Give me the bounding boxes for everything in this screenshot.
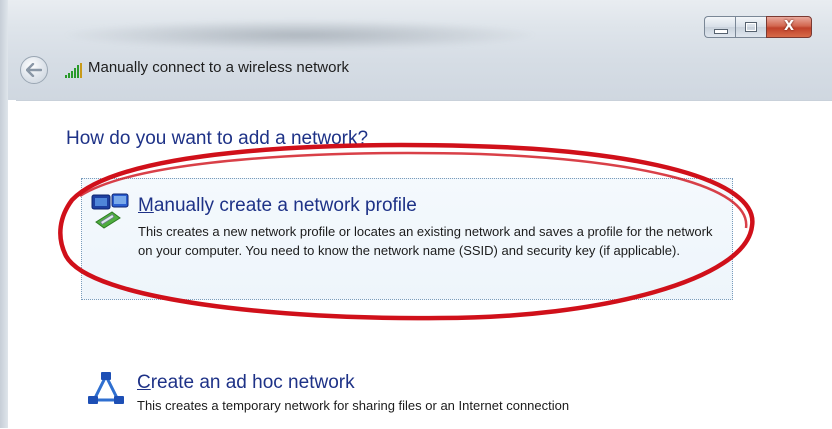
option-manual-profile-description: This creates a new network profile or lo… [138, 224, 713, 258]
wireless-signal-icon [65, 63, 82, 78]
accelerator-key: M [138, 195, 154, 216]
option-ad-hoc-title[interactable]: Create an ad hoc network [137, 372, 355, 394]
window-left-border [0, 0, 8, 428]
minimize-button[interactable] [704, 16, 735, 38]
option-title-text: reate an ad hoc network [150, 372, 355, 393]
accelerator-key: C [137, 372, 151, 393]
caption-buttons: X [704, 16, 812, 38]
ad-hoc-network-icon [88, 372, 124, 404]
back-button[interactable] [20, 56, 48, 84]
window-title-bar [0, 0, 832, 100]
close-button[interactable]: X [766, 16, 812, 38]
option-manual-profile-title[interactable]: Manually create a network profile [138, 195, 417, 217]
back-arrow-icon [26, 63, 42, 77]
glass-blur [60, 20, 540, 50]
network-profile-icon [91, 193, 129, 229]
window-title: Manually connect to a wireless network [88, 59, 349, 76]
option-title-text: anually create a network profile [153, 195, 417, 216]
minimize-icon [714, 29, 728, 34]
close-icon: X [783, 19, 795, 34]
option-ad-hoc-description: This creates a temporary network for sha… [137, 398, 570, 413]
page-heading: How do you want to add a network? [66, 128, 369, 149]
maximize-icon [745, 22, 757, 32]
maximize-button[interactable] [735, 16, 766, 38]
